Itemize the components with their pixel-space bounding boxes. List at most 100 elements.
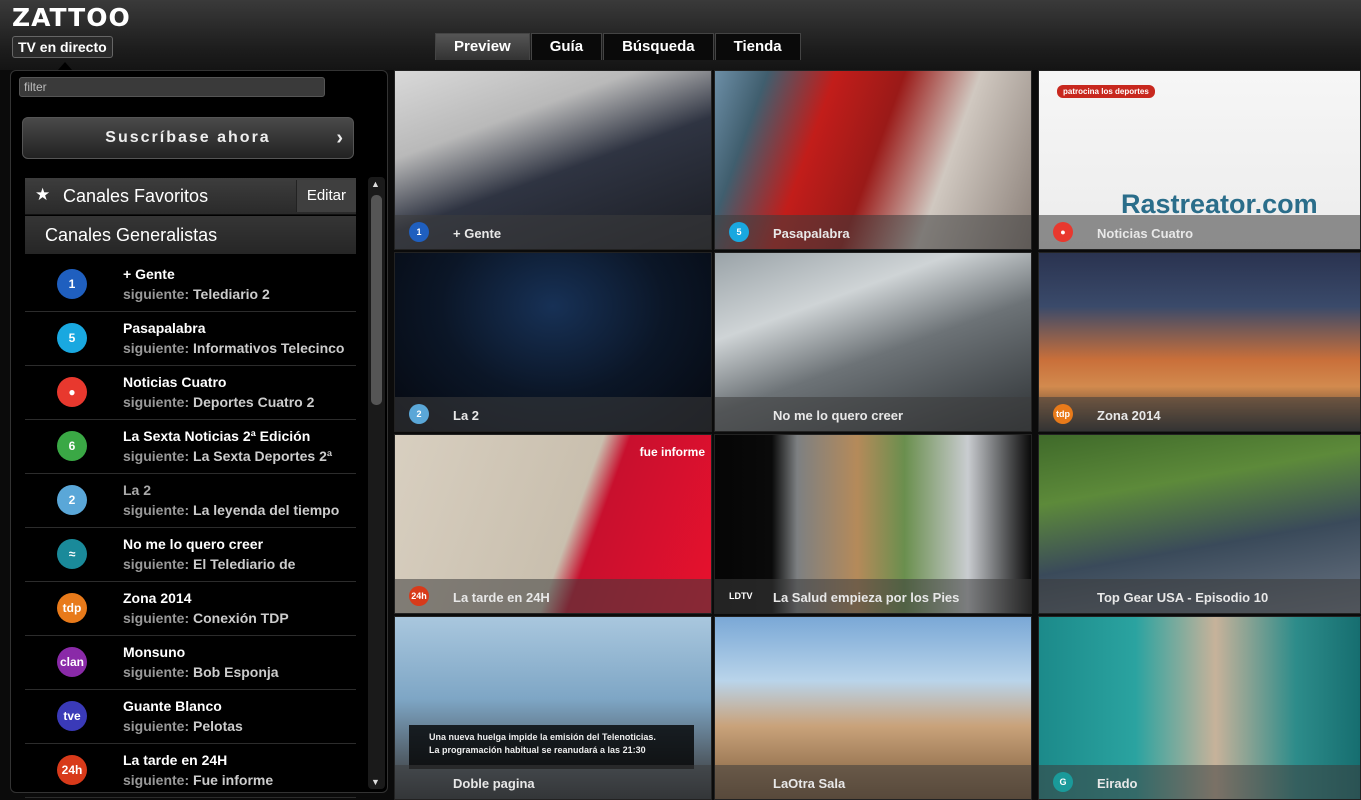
channel-logo-icon: tdp	[57, 593, 87, 623]
tab-guia[interactable]: Guía	[530, 33, 603, 60]
channel-program: No me lo quero creer	[123, 536, 264, 552]
tv-live-tab[interactable]: TV en directo	[12, 36, 113, 58]
tile-caption: Eirado	[1097, 776, 1138, 791]
channel-next: siguiente: Fue informe	[123, 772, 273, 788]
edit-button[interactable]: Editar	[295, 180, 356, 212]
tile-caption-bar: LDTV La Salud empieza por los Pies	[715, 579, 1031, 613]
next-label: siguiente:	[123, 286, 190, 302]
channel-row[interactable]: 5 Pasapalabra siguiente: Informativos Tele…	[25, 312, 356, 366]
tab-preview[interactable]: Preview	[435, 33, 530, 60]
channel-logo-icon: tdp	[1053, 404, 1073, 424]
channel-row[interactable]: 24h La tarde en 24H siguiente: Fue informe	[25, 744, 356, 798]
tile-caption-bar: 2 La 2	[395, 397, 711, 431]
preview-tile[interactable]: No me lo quero creer	[714, 252, 1032, 432]
tile-caption-bar: Doble pagina	[395, 765, 711, 799]
preview-tile[interactable]: LaOtra Sala	[714, 616, 1032, 800]
filter-input[interactable]	[19, 77, 325, 97]
tile-caption-bar: tdp Zona 2014	[1039, 397, 1360, 431]
zattoo-logo[interactable]: ZATTOO	[12, 3, 131, 32]
general-channels-row[interactable]: Canales Generalistas	[25, 216, 356, 254]
channel-next: siguiente: Telediario 2	[123, 286, 270, 302]
tile-caption: Top Gear USA - Episodio 10	[1097, 590, 1269, 605]
tile-caption-bar: 1 + Gente	[395, 215, 711, 249]
channel-row[interactable]: ≈ No me lo quero creer siguiente: El Teled…	[25, 528, 356, 582]
channel-logo-icon: 5	[57, 323, 87, 353]
channel-program: La Sexta Noticias 2ª Edición	[123, 428, 311, 444]
preview-tile[interactable]: Top Gear USA - Episodio 10	[1038, 434, 1361, 614]
tab-busqueda[interactable]: Búsqueda	[603, 33, 714, 60]
channel-logo-icon	[1053, 586, 1073, 606]
scrollbar-thumb[interactable]	[371, 195, 382, 405]
next-label: siguiente:	[123, 448, 190, 464]
channel-program: Zona 2014	[123, 590, 192, 606]
next-program: La leyenda del tiempo	[193, 502, 340, 518]
news-ticker: Una nueva huelga impide la emisión del T…	[409, 725, 694, 769]
preview-tile[interactable]: 5 Pasapalabra	[714, 70, 1032, 250]
channel-logo-icon: 2	[409, 404, 429, 424]
tile-caption-bar: 5 Pasapalabra	[715, 215, 1031, 249]
preview-grid: 1 + Gente 5 Pasapalabra patrocina los deport…	[394, 70, 1361, 800]
preview-tile[interactable]: G Eirado	[1038, 616, 1361, 800]
channel-row[interactable]: clan Monsuno siguiente: Bob Esponja	[25, 636, 356, 690]
general-channels-label: Canales Generalistas	[45, 225, 218, 245]
next-label: siguiente:	[123, 610, 190, 626]
preview-tile[interactable]: tdp Zona 2014	[1038, 252, 1361, 432]
tile-caption: La 2	[453, 408, 480, 423]
channel-logo-icon: clan	[57, 647, 87, 677]
channel-next: siguiente: Informativos Telecinco	[123, 340, 344, 356]
channel-program: Noticias Cuatro	[123, 374, 227, 390]
program-overlay: fue informe	[639, 445, 705, 459]
tile-caption: La Salud empieza por los Pies	[773, 590, 960, 605]
tile-caption: Pasapalabra	[773, 226, 850, 241]
main-tabs: Preview Guía Búsqueda Tienda	[435, 33, 802, 60]
next-program: Bob Esponja	[193, 664, 279, 680]
channel-next: siguiente: Conexión TDP	[123, 610, 289, 626]
channel-row[interactable]: ● Noticias Cuatro siguiente: Deportes Cuat…	[25, 366, 356, 420]
channel-logo-icon: ●	[1053, 222, 1073, 242]
scroll-down-icon[interactable]: ▼	[371, 777, 380, 787]
channel-logo-icon: LDTV	[729, 591, 753, 601]
channel-row[interactable]: 1 + Gente siguiente: Telediario 2	[25, 258, 356, 312]
channel-row[interactable]: tdp Zona 2014 siguiente: Conexión TDP	[25, 582, 356, 636]
tile-caption: LaOtra Sala	[773, 776, 846, 791]
channel-next: siguiente: El Telediario de	[123, 556, 295, 572]
preview-tile[interactable]: patrocina los deportes Rastreator.com ● Not…	[1038, 70, 1361, 250]
next-program: Pelotas	[193, 718, 243, 734]
tile-caption-bar: 24h La tarde en 24H	[395, 579, 711, 613]
channel-next: siguiente: Bob Esponja	[123, 664, 279, 680]
sidebar-scrollbar[interactable]: ▲ ▼	[368, 177, 385, 789]
tab-tienda[interactable]: Tienda	[714, 33, 801, 60]
next-program: Telediario 2	[193, 286, 270, 302]
channel-row[interactable]: tve Guante Blanco siguiente: Pelotas	[25, 690, 356, 744]
next-label: siguiente:	[123, 556, 190, 572]
channel-logo-icon	[729, 772, 749, 792]
subscribe-button[interactable]: Suscríbase ahora ›	[22, 117, 354, 159]
active-caret-icon	[58, 62, 72, 70]
tile-caption: Noticias Cuatro	[1097, 226, 1194, 241]
channel-row[interactable]: 6 La Sexta Noticias 2ª Edición siguiente: …	[25, 420, 356, 474]
tile-caption: Zona 2014	[1097, 408, 1161, 423]
tile-caption-bar: Top Gear USA - Episodio 10	[1039, 579, 1360, 613]
channel-sidebar: Suscríbase ahora › ★ Canales Favoritos E…	[10, 70, 388, 798]
next-program: Deportes Cuatro 2	[193, 394, 315, 410]
next-label: siguiente:	[123, 394, 190, 410]
preview-tile[interactable]: 2 La 2	[394, 252, 712, 432]
channel-logo-icon: ●	[57, 377, 87, 407]
channel-program: + Gente	[123, 266, 175, 282]
scroll-up-icon[interactable]: ▲	[371, 179, 380, 189]
next-program: Conexión TDP	[193, 610, 289, 626]
next-program: El Telediario de	[193, 556, 296, 572]
tile-caption: + Gente	[453, 226, 502, 241]
preview-tile[interactable]: 1 + Gente	[394, 70, 712, 250]
channel-row[interactable]: 2 La 2 siguiente: La leyenda del tiempo	[25, 474, 356, 528]
channel-logo-icon: 5	[729, 222, 749, 242]
ticker-line: Una nueva huelga impide la emisión del T…	[429, 732, 656, 742]
tile-caption: No me lo quero creer	[773, 408, 904, 423]
preview-tile[interactable]: fue informe 24h La tarde en 24H	[394, 434, 712, 614]
channel-logo-icon: 24h	[409, 586, 429, 606]
channel-logo-icon: 24h	[57, 755, 87, 785]
preview-tile[interactable]: Una nueva huelga impide la emisión del T…	[394, 616, 712, 800]
channel-logo-icon	[729, 404, 749, 424]
favorites-row[interactable]: ★ Canales Favoritos Editar	[25, 178, 356, 215]
preview-tile[interactable]: LDTV La Salud empieza por los Pies	[714, 434, 1032, 614]
